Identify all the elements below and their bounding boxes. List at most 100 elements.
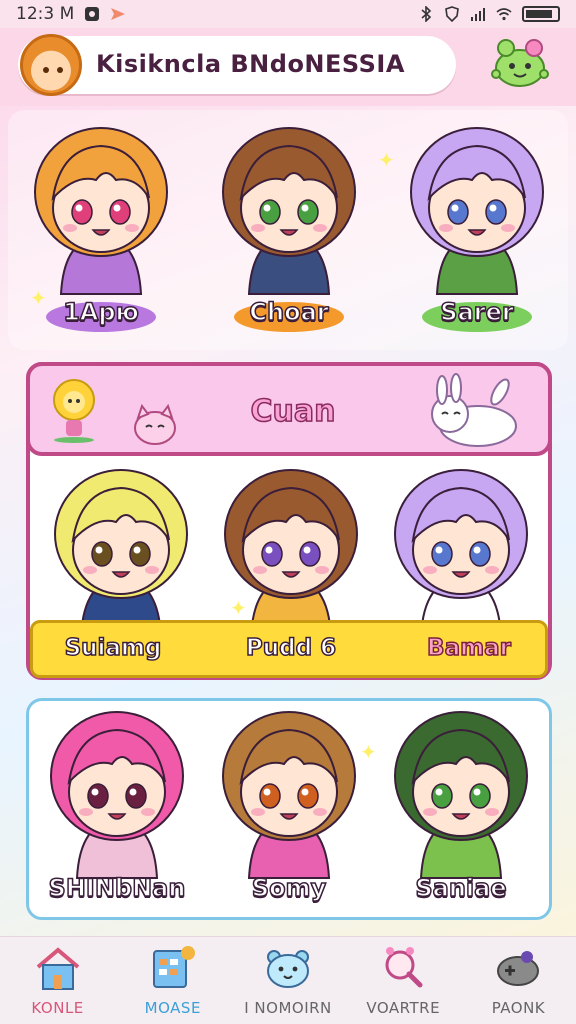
nav-label: KONLE <box>31 999 84 1017</box>
character-name: Suiamg <box>64 634 162 662</box>
nav-label: PAONK <box>491 999 546 1017</box>
character-card[interactable]: Choar <box>204 118 374 338</box>
character-name: Choar <box>249 297 330 327</box>
status-time: 12:3 M <box>16 4 75 24</box>
bluetooth-icon <box>421 6 432 22</box>
eye-highlight <box>473 546 481 554</box>
eye <box>447 199 469 225</box>
nav-label: VOARTRE <box>366 999 441 1017</box>
eye <box>261 541 283 567</box>
eye <box>299 541 321 567</box>
character-card[interactable]: Somy <box>204 702 374 922</box>
nav-item-inomoirn[interactable]: I NOMOIRN <box>230 937 345 1024</box>
blush <box>313 224 327 232</box>
eye <box>431 541 453 567</box>
app-header: Kisikncla BNdoNESSIA <box>0 28 576 106</box>
home-icon <box>36 947 79 990</box>
frog-mascot-icon[interactable] <box>488 34 552 90</box>
chibi-portrait <box>394 469 528 637</box>
character-name: SHINbNan <box>48 873 186 903</box>
eye-highlight <box>95 546 103 554</box>
sparkle-icon: ✦ <box>230 596 247 620</box>
nav-item-voartre[interactable]: VOARTRE <box>346 937 461 1024</box>
eye <box>485 199 507 225</box>
eye <box>129 541 151 567</box>
blush <box>125 224 139 232</box>
fox-avatar-icon[interactable] <box>20 34 82 96</box>
eye-highlight <box>113 204 121 212</box>
blush <box>313 808 327 816</box>
gamepad-icon <box>497 951 540 986</box>
eye-highlight <box>451 204 459 212</box>
blush <box>501 224 515 232</box>
signal-icon <box>471 8 485 21</box>
eye-highlight <box>435 546 443 554</box>
sparkle-icon: ✦ <box>360 740 377 764</box>
chibi-portrait <box>54 469 188 637</box>
name-strip: Suiamg Pudd 6 Bamar <box>30 620 548 678</box>
eye-highlight <box>489 204 497 212</box>
battery-icon <box>522 6 560 22</box>
eye-highlight <box>301 204 309 212</box>
eye-highlight <box>473 788 481 796</box>
nav-item-home[interactable]: KONLE <box>0 937 115 1024</box>
nav-item-moase[interactable]: MOASE <box>115 937 230 1024</box>
status-left: 12:3 M <box>16 4 126 24</box>
eye-highlight <box>303 546 311 554</box>
eye <box>469 783 491 809</box>
notification-icon <box>85 7 100 21</box>
sparkle-icon: ✦ <box>378 148 395 172</box>
eye-highlight <box>75 204 83 212</box>
bunny-icon <box>431 373 517 447</box>
wifi-icon <box>496 8 512 21</box>
send-icon <box>111 8 126 20</box>
blush <box>79 808 93 816</box>
section-banner: Cuan <box>26 362 552 456</box>
eye-highlight <box>263 788 271 796</box>
blush <box>145 566 159 574</box>
character-name: Bamar <box>426 634 511 662</box>
blush <box>253 566 267 574</box>
eye <box>431 783 453 809</box>
eye-highlight <box>265 546 273 554</box>
eye <box>91 541 113 567</box>
eye <box>71 199 93 225</box>
eye-highlight <box>91 788 99 796</box>
blush <box>439 224 453 232</box>
eye-highlight <box>301 788 309 796</box>
eye-highlight <box>263 204 271 212</box>
status-right <box>418 6 560 22</box>
chibi-portrait <box>394 711 528 879</box>
chibi-portrait <box>50 711 184 879</box>
character-card[interactable]: Saniae <box>376 702 546 922</box>
eye-highlight <box>133 546 141 554</box>
eye <box>297 783 319 809</box>
character-name: Saniae <box>415 873 508 903</box>
blush <box>485 566 499 574</box>
blush <box>423 566 437 574</box>
app-title: Kisikncla BNdoNESSIA <box>96 50 405 78</box>
eye <box>259 199 281 225</box>
chibi-portrait <box>222 127 356 295</box>
blush <box>63 224 77 232</box>
sparkle-icon: ✦ <box>30 286 47 310</box>
title-bar[interactable]: Kisikncla BNdoNESSIA <box>18 34 456 96</box>
eye <box>259 783 281 809</box>
eye <box>469 541 491 567</box>
character-card[interactable]: SHINbNan <box>32 702 202 922</box>
nav-item-paonk[interactable]: PAONK <box>461 937 576 1024</box>
status-bar: 12:3 M <box>0 0 576 28</box>
blush <box>423 808 437 816</box>
blush <box>141 808 155 816</box>
character-card[interactable]: Sarer <box>392 118 562 338</box>
blush <box>485 808 499 816</box>
eye-highlight <box>435 788 443 796</box>
eye <box>87 783 109 809</box>
shield-icon <box>445 6 459 22</box>
search-icon <box>385 947 423 988</box>
blush <box>315 566 329 574</box>
nav-label: I NOMOIRN <box>244 999 332 1017</box>
blush <box>251 808 265 816</box>
bottom-nav: KONLE MOASE I NOMOIRN VOARTRE PAONK <box>0 936 576 1024</box>
nav-label: MOASE <box>144 999 201 1017</box>
